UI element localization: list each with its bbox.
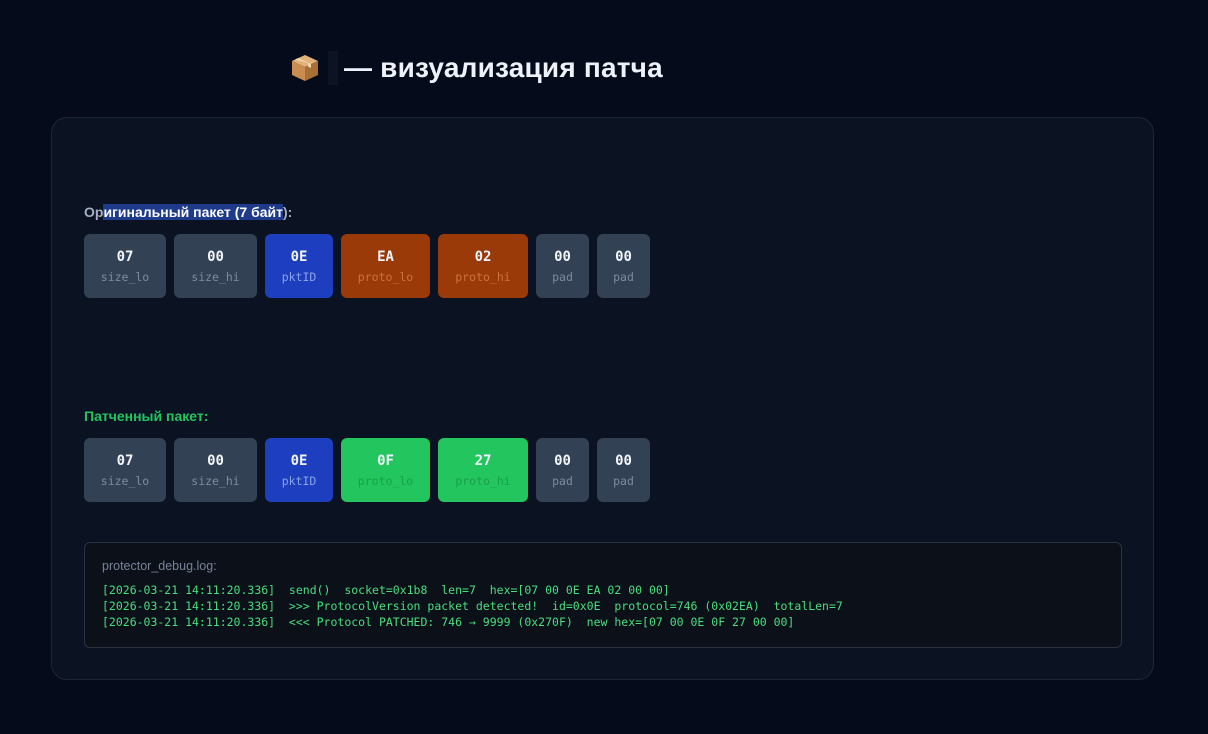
byte-field-name: pad	[613, 474, 634, 488]
byte-field-name: proto_lo	[357, 270, 414, 284]
byte-value: 00	[615, 249, 632, 265]
byte-cell-pad: 00 pad	[597, 234, 650, 298]
byte-cell-proto-lo: EA proto_lo	[341, 234, 430, 298]
byte-cell-proto-lo: 0F proto_lo	[341, 438, 430, 502]
patch-visualization-panel: Оригинальный пакет (7 байт): 07 size_lo …	[51, 117, 1154, 680]
original-byte-row: 07 size_lo 00 size_hi 0E pktID EA proto_…	[84, 234, 650, 298]
original-label-part: ):	[282, 204, 293, 220]
byte-value: 27	[474, 453, 492, 469]
byte-value: EA	[377, 249, 394, 265]
log-title: protector_debug.log:	[102, 559, 217, 573]
byte-cell-pad: 00 pad	[597, 438, 650, 502]
byte-value: 00	[554, 453, 571, 469]
byte-cell-size-hi: 00 size_hi	[174, 438, 257, 502]
byte-cell-pktid: 0E pktID	[265, 234, 333, 298]
patched-packet-label: Патченный пакет:	[84, 408, 209, 424]
byte-field-name: proto_hi	[455, 474, 511, 488]
byte-value: 07	[116, 249, 134, 265]
original-label-part: Ор	[84, 204, 104, 220]
byte-value: 02	[474, 249, 492, 265]
byte-field-name: proto_lo	[357, 474, 414, 488]
byte-value: 07	[116, 453, 134, 469]
byte-cell-size-hi: 00 size_hi	[174, 234, 257, 298]
byte-field-name: pktID	[281, 474, 317, 488]
byte-field-name: pad	[552, 270, 573, 284]
log-line: [2026-03-21 14:11:20.336] send() socket=…	[102, 583, 670, 597]
byte-value: 00	[207, 453, 224, 469]
byte-value: 00	[554, 249, 571, 265]
byte-value: 0E	[290, 453, 308, 469]
debug-log-box: protector_debug.log: [2026-03-21 14:11:2…	[84, 542, 1122, 648]
byte-cell-proto-hi: 27 proto_hi	[438, 438, 528, 502]
byte-cell-size-lo: 07 size_lo	[84, 234, 166, 298]
text-selection-highlight: игинальный пакет (7 байт	[103, 204, 283, 220]
byte-value: 00	[207, 249, 224, 265]
package-icon	[290, 53, 320, 83]
byte-field-name: proto_hi	[455, 270, 511, 284]
byte-cell-pad: 00 pad	[536, 438, 589, 502]
byte-cell-pktid: 0E pktID	[265, 438, 333, 502]
page-title: — визуализация патча	[290, 50, 663, 86]
byte-value: 00	[615, 453, 632, 469]
byte-cell-size-lo: 07 size_lo	[84, 438, 166, 502]
page-title-text: — визуализация патча	[344, 52, 663, 83]
byte-field-name: size_hi	[191, 270, 240, 284]
byte-cell-proto-hi: 02 proto_hi	[438, 234, 528, 298]
byte-field-name: size_hi	[191, 474, 240, 488]
byte-value: 0F	[377, 453, 394, 469]
original-packet-label: Оригинальный пакет (7 байт):	[84, 204, 292, 220]
byte-field-name: pad	[552, 474, 573, 488]
byte-field-name: size_lo	[100, 270, 150, 284]
byte-field-name: pktID	[281, 270, 317, 284]
byte-value: 0E	[290, 249, 308, 265]
byte-cell-pad: 00 pad	[536, 234, 589, 298]
log-line: [2026-03-21 14:11:20.336] >>> ProtocolVe…	[102, 599, 843, 613]
patched-byte-row: 07 size_lo 00 size_hi 0E pktID 0F proto_…	[84, 438, 650, 502]
byte-field-name: size_lo	[100, 474, 150, 488]
title-placeholder	[328, 51, 338, 85]
byte-field-name: pad	[613, 270, 634, 284]
log-line: [2026-03-21 14:11:20.336] <<< Protocol P…	[102, 615, 795, 629]
